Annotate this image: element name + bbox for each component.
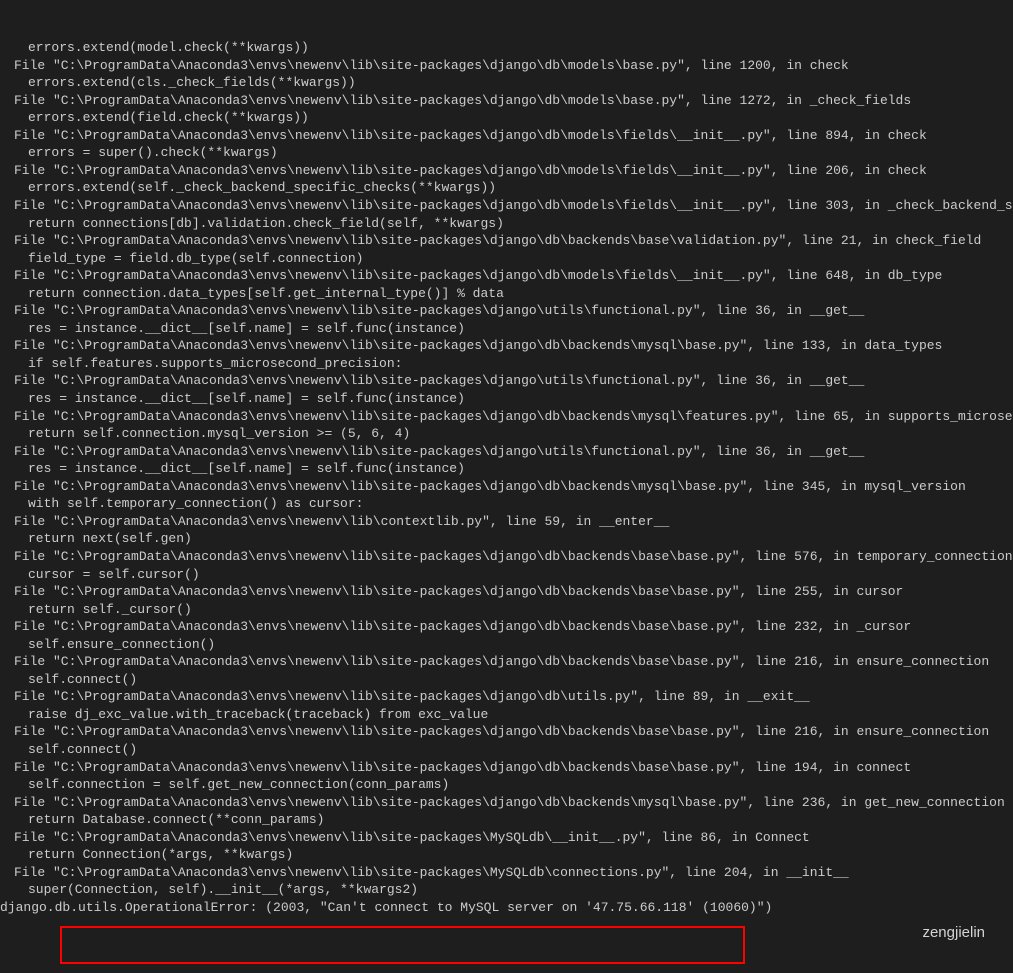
watermark-text: zengjielin — [922, 923, 985, 943]
traceback-file-line: File "C:\ProgramData\Anaconda3\envs\newe… — [0, 864, 1013, 882]
traceback-code-line: res = instance.__dict__[self.name] = sel… — [0, 460, 1013, 478]
traceback-file-line: File "C:\ProgramData\Anaconda3\envs\newe… — [0, 618, 1013, 636]
traceback-file-line: File "C:\ProgramData\Anaconda3\envs\newe… — [0, 794, 1013, 812]
traceback-code-line: return self.connection.mysql_version >= … — [0, 425, 1013, 443]
traceback-file-line: File "C:\ProgramData\Anaconda3\envs\newe… — [0, 759, 1013, 777]
traceback-code-line: return self._cursor() — [0, 601, 1013, 619]
traceback-code-line: errors.extend(model.check(**kwargs)) — [0, 39, 1013, 57]
traceback-code-line: res = instance.__dict__[self.name] = sel… — [0, 320, 1013, 338]
traceback-file-line: File "C:\ProgramData\Anaconda3\envs\newe… — [0, 443, 1013, 461]
terminal-output[interactable]: errors.extend(model.check(**kwargs))File… — [0, 4, 1013, 969]
traceback-file-line: File "C:\ProgramData\Anaconda3\envs\newe… — [0, 232, 1013, 250]
traceback-file-line: File "C:\ProgramData\Anaconda3\envs\newe… — [0, 162, 1013, 180]
traceback-code-line: res = instance.__dict__[self.name] = sel… — [0, 390, 1013, 408]
traceback-code-line: return Connection(*args, **kwargs) — [0, 846, 1013, 864]
traceback-file-line: File "C:\ProgramData\Anaconda3\envs\newe… — [0, 197, 1013, 215]
traceback-file-line: File "C:\ProgramData\Anaconda3\envs\newe… — [0, 337, 1013, 355]
traceback-code-line: return next(self.gen) — [0, 530, 1013, 548]
traceback-file-line: File "C:\ProgramData\Anaconda3\envs\newe… — [0, 267, 1013, 285]
traceback-code-line: field_type = field.db_type(self.connecti… — [0, 250, 1013, 268]
traceback-code-line: raise dj_exc_value.with_traceback(traceb… — [0, 706, 1013, 724]
traceback-code-line: return Database.connect(**conn_params) — [0, 811, 1013, 829]
traceback-code-line: self.connect() — [0, 671, 1013, 689]
traceback-code-line: super(Connection, self).__init__(*args, … — [0, 881, 1013, 899]
traceback-code-line: cursor = self.cursor() — [0, 566, 1013, 584]
traceback-error-line: django.db.utils.OperationalError: (2003,… — [0, 899, 1013, 917]
traceback-code-line: with self.temporary_connection() as curs… — [0, 495, 1013, 513]
traceback-code-line: return connection.data_types[self.get_in… — [0, 285, 1013, 303]
traceback-file-line: File "C:\ProgramData\Anaconda3\envs\newe… — [0, 478, 1013, 496]
traceback-file-line: File "C:\ProgramData\Anaconda3\envs\newe… — [0, 548, 1013, 566]
traceback-code-line: self.ensure_connection() — [0, 636, 1013, 654]
traceback-code-line: errors = super().check(**kwargs) — [0, 144, 1013, 162]
traceback-code-line: errors.extend(self._check_backend_specif… — [0, 179, 1013, 197]
traceback-code-line: self.connection = self.get_new_connectio… — [0, 776, 1013, 794]
error-highlight-box — [60, 926, 745, 964]
traceback-file-line: File "C:\ProgramData\Anaconda3\envs\newe… — [0, 92, 1013, 110]
traceback-code-line: if self.features.supports_microsecond_pr… — [0, 355, 1013, 373]
traceback-file-line: File "C:\ProgramData\Anaconda3\envs\newe… — [0, 513, 1013, 531]
traceback-file-line: File "C:\ProgramData\Anaconda3\envs\newe… — [0, 408, 1013, 426]
traceback-file-line: File "C:\ProgramData\Anaconda3\envs\newe… — [0, 723, 1013, 741]
traceback-file-line: File "C:\ProgramData\Anaconda3\envs\newe… — [0, 57, 1013, 75]
traceback-code-line: errors.extend(cls._check_fields(**kwargs… — [0, 74, 1013, 92]
traceback-file-line: File "C:\ProgramData\Anaconda3\envs\newe… — [0, 653, 1013, 671]
traceback-file-line: File "C:\ProgramData\Anaconda3\envs\newe… — [0, 372, 1013, 390]
traceback-file-line: File "C:\ProgramData\Anaconda3\envs\newe… — [0, 583, 1013, 601]
traceback-file-line: File "C:\ProgramData\Anaconda3\envs\newe… — [0, 302, 1013, 320]
traceback-file-line: File "C:\ProgramData\Anaconda3\envs\newe… — [0, 688, 1013, 706]
traceback-file-line: File "C:\ProgramData\Anaconda3\envs\newe… — [0, 829, 1013, 847]
traceback-file-line: File "C:\ProgramData\Anaconda3\envs\newe… — [0, 127, 1013, 145]
traceback-code-line: return connections[db].validation.check_… — [0, 215, 1013, 233]
traceback-code-line: self.connect() — [0, 741, 1013, 759]
traceback-code-line: errors.extend(field.check(**kwargs)) — [0, 109, 1013, 127]
